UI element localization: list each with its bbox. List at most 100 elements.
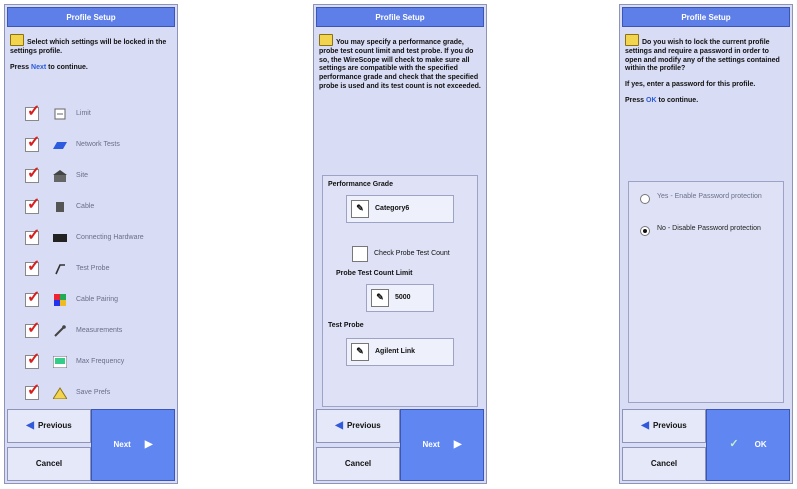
item-label: Max Frequency bbox=[76, 358, 125, 366]
profile-setup-screen-lock-settings: Profile Setup Select which settings will… bbox=[4, 4, 178, 484]
previous-button[interactable]: ◀ Previous bbox=[622, 409, 706, 443]
list-item-save-prefs[interactable]: ✓ Save Prefs bbox=[25, 382, 165, 404]
checkbox[interactable]: ✓ bbox=[25, 166, 40, 183]
checkbox[interactable]: ✓ bbox=[25, 228, 40, 245]
message-icon bbox=[319, 34, 333, 46]
profile-setup-screen-grade: Profile Setup You may specify a performa… bbox=[313, 4, 487, 484]
list-item-limit[interactable]: ✓ Limit bbox=[25, 103, 165, 125]
item-label: Test Probe bbox=[76, 265, 110, 273]
checkbox[interactable]: ✓ bbox=[25, 259, 40, 276]
message-icon bbox=[10, 34, 24, 46]
cancel-button[interactable]: Cancel bbox=[316, 447, 400, 481]
nav-left: ◀ Previous Cancel bbox=[622, 409, 706, 481]
next-button[interactable]: Next ▶ bbox=[91, 409, 175, 481]
radio-selected-dot bbox=[643, 229, 647, 233]
previous-label: Previous bbox=[652, 421, 687, 430]
next-button[interactable]: Next ▶ bbox=[400, 409, 484, 481]
picker-icon: ✎ bbox=[371, 289, 389, 307]
radio-disable-password[interactable]: No - Disable Password protection bbox=[640, 225, 778, 236]
test-probe-label: Test Probe bbox=[328, 322, 364, 329]
site-icon bbox=[53, 169, 67, 183]
profile-setup-screen-password: Profile Setup Do you wish to lock the cu… bbox=[619, 4, 793, 484]
settings-list: ✓ Limit ✓ Network Tests ✓ Site ✓ Cable ✓… bbox=[13, 103, 169, 411]
left-arrow-icon: ◀ bbox=[335, 419, 343, 431]
probe-limit-label: Probe Test Count Limit bbox=[336, 270, 413, 277]
previous-button[interactable]: ◀ Previous bbox=[7, 409, 91, 443]
previous-label: Previous bbox=[346, 421, 381, 430]
network-tests-icon bbox=[53, 138, 67, 152]
intro-text: You may specify a performance grade, pro… bbox=[319, 34, 481, 99]
list-item-cable[interactable]: ✓ Cable bbox=[25, 196, 165, 218]
ok-button[interactable]: ✓ OK bbox=[706, 409, 790, 481]
right-arrow-icon: ▶ bbox=[144, 438, 153, 450]
right-arrow-icon: ▶ bbox=[453, 438, 462, 450]
intro-message: Do you wish to lock the current profile … bbox=[625, 39, 780, 73]
checkbox[interactable]: ✓ bbox=[25, 352, 40, 369]
previous-label: Previous bbox=[37, 421, 72, 430]
left-arrow-icon: ◀ bbox=[641, 419, 649, 431]
password-options-panel bbox=[628, 181, 784, 403]
nav-left: ◀ Previous Cancel bbox=[316, 409, 400, 481]
previous-button[interactable]: ◀ Previous bbox=[316, 409, 400, 443]
list-item-connecting-hardware[interactable]: ✓ Connecting Hardware bbox=[25, 227, 165, 249]
nav-left: ◀ Previous Cancel bbox=[7, 409, 91, 481]
left-arrow-icon: ◀ bbox=[26, 419, 34, 431]
limit-icon bbox=[53, 107, 67, 121]
cancel-button[interactable]: Cancel bbox=[7, 447, 91, 481]
next-label: Next bbox=[422, 440, 440, 449]
list-item-measurements[interactable]: ✓ Measurements bbox=[25, 320, 165, 342]
checkmark-icon: ✓ bbox=[729, 438, 739, 451]
next-label: Next bbox=[113, 440, 131, 449]
probe-limit-value: 5000 bbox=[395, 293, 411, 301]
test-probe-selector[interactable]: ✎ Agilent Link bbox=[346, 338, 454, 366]
checkbox[interactable]: ✓ bbox=[25, 290, 40, 307]
test-probe-icon bbox=[53, 262, 67, 276]
list-item-network-tests[interactable]: ✓ Network Tests bbox=[25, 134, 165, 156]
performance-grade-selector[interactable]: ✎ Category6 bbox=[346, 195, 454, 223]
ok-label: OK bbox=[754, 440, 767, 449]
performance-grade-label: Performance Grade bbox=[328, 181, 393, 188]
checkbox[interactable]: ✓ bbox=[25, 321, 40, 338]
test-probe-value: Agilent Link bbox=[375, 347, 416, 355]
message-icon bbox=[625, 34, 639, 46]
performance-grade-value: Category6 bbox=[375, 204, 410, 212]
cancel-label: Cancel bbox=[35, 459, 63, 468]
save-prefs-icon bbox=[53, 386, 67, 400]
measurements-icon bbox=[53, 324, 67, 338]
checkbox[interactable]: ✓ bbox=[25, 383, 40, 400]
item-label: Network Tests bbox=[76, 141, 120, 149]
title-bar: Profile Setup bbox=[316, 7, 484, 27]
radio-no-label: No - Disable Password protection bbox=[657, 225, 761, 232]
radio-yes-label: Yes - Enable Password protection bbox=[657, 193, 762, 200]
intro-message: Select which settings will be locked in … bbox=[10, 39, 167, 55]
list-item-site[interactable]: ✓ Site bbox=[25, 165, 165, 187]
item-label: Site bbox=[76, 172, 89, 180]
list-item-cable-pairing[interactable]: ✓ Cable Pairing bbox=[25, 289, 165, 311]
checkbox[interactable]: ✓ bbox=[25, 135, 40, 152]
max-frequency-icon bbox=[53, 355, 67, 369]
press-key: OK bbox=[646, 96, 657, 104]
list-item-test-probe[interactable]: ✓ Test Probe bbox=[25, 258, 165, 280]
intro-text: Do you wish to lock the current profile … bbox=[625, 34, 787, 113]
cable-icon bbox=[53, 200, 67, 214]
checkbox[interactable]: ✓ bbox=[25, 197, 40, 214]
item-label: Measurements bbox=[76, 327, 123, 335]
radio-button[interactable] bbox=[640, 226, 650, 236]
press-prefix: Press bbox=[10, 63, 30, 71]
intro-message: You may specify a performance grade, pro… bbox=[319, 39, 481, 90]
press-suffix: to continue. bbox=[48, 63, 88, 71]
radio-enable-password[interactable]: Yes - Enable Password protection bbox=[640, 193, 778, 204]
list-item-max-frequency[interactable]: ✓ Max Frequency bbox=[25, 351, 165, 373]
title-bar: Profile Setup bbox=[7, 7, 175, 27]
radio-button[interactable] bbox=[640, 194, 650, 204]
probe-limit-selector[interactable]: ✎ 5000 bbox=[366, 284, 434, 312]
cancel-button[interactable]: Cancel bbox=[622, 447, 706, 481]
item-label: Cable bbox=[76, 203, 95, 211]
item-label: Connecting Hardware bbox=[76, 234, 144, 242]
press-prefix: Press bbox=[625, 96, 645, 104]
intro-message-2: If yes, enter a password for this profil… bbox=[625, 81, 756, 88]
check-probe-checkbox[interactable] bbox=[352, 246, 368, 262]
checkbox[interactable]: ✓ bbox=[25, 104, 40, 121]
connecting-hardware-icon bbox=[53, 231, 67, 245]
intro-text: Select which settings will be locked in … bbox=[10, 34, 172, 79]
